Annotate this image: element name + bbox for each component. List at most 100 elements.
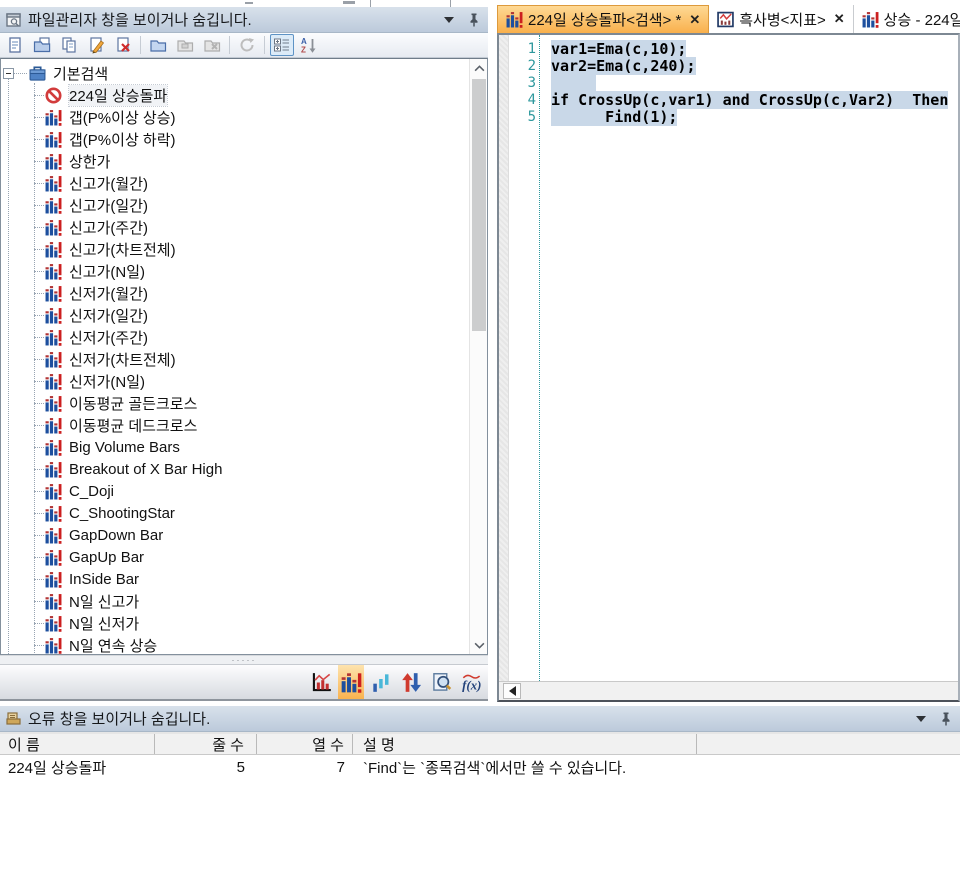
stock-bars-filter-button[interactable] [368, 665, 394, 699]
tree-item[interactable]: 신저가(N일) [1, 370, 469, 392]
tree-item[interactable]: C_Doji [1, 480, 469, 502]
close-icon[interactable]: ✕ [834, 11, 845, 27]
tree-item-label[interactable]: C_ShootingStar [69, 505, 175, 522]
tree-item[interactable]: 신고가(주간) [1, 216, 469, 238]
column-header-name[interactable]: 이 름 [0, 734, 155, 754]
code-line[interactable] [551, 75, 958, 92]
scroll-up-icon[interactable] [470, 59, 488, 77]
tree-item[interactable]: GapUp Bar [1, 546, 469, 568]
function-filter-button[interactable]: f(x) [458, 665, 484, 699]
tree-item[interactable]: Big Volume Bars [1, 436, 469, 458]
tree-item-label[interactable]: 신고가(일간) [69, 195, 148, 216]
indicator-filter-button[interactable] [308, 665, 334, 699]
tree-item[interactable]: N일 신고가 [1, 590, 469, 612]
tree-item[interactable]: 신고가(N일) [1, 260, 469, 282]
delete-file-button[interactable] [111, 34, 135, 56]
tree-item[interactable]: 신저가(주간) [1, 326, 469, 348]
pin-icon[interactable] [938, 711, 954, 727]
pin-icon[interactable] [466, 12, 482, 28]
rename-file-button[interactable] [84, 34, 108, 56]
error-table-row[interactable]: 224일 상승돌파 5 7 `Find`는 `종목검색`에서만 쓸 수 있습니다… [0, 755, 960, 779]
panel-splitter[interactable]: ····· [0, 655, 488, 665]
column-header-description[interactable]: 설 명 [353, 734, 697, 754]
scroll-down-icon[interactable] [470, 636, 488, 654]
tree-vertical-scrollbar[interactable] [469, 59, 487, 654]
tree-item-label[interactable]: 상한가 [69, 151, 110, 172]
code-line[interactable]: Find(1); [551, 109, 958, 126]
tree-item[interactable]: 신고가(일간) [1, 194, 469, 216]
tree-item-label[interactable]: GapUp Bar [69, 549, 144, 566]
tree-item[interactable]: InSide Bar [1, 568, 469, 590]
error-panel-header[interactable]: 오류 창을 보이거나 숨깁니다. [0, 706, 960, 732]
column-header-line-count[interactable]: 줄 수 [155, 734, 257, 754]
tree-item-label[interactable]: 갭(P%이상 상승) [69, 107, 176, 128]
tree-item[interactable]: N일 연속 상승 [1, 634, 469, 654]
new-file-button[interactable] [3, 34, 27, 56]
tree-item-label[interactable]: 이동평균 데드크로스 [69, 415, 197, 436]
sort-az-button[interactable]: AZ [297, 34, 321, 56]
tree-root-label[interactable]: 기본검색 [53, 63, 108, 84]
tree-item-label[interactable]: 신저가(차트전체) [69, 349, 176, 370]
code-line[interactable]: if CrossUp(c,var1) and CrossUp(c,Var2) T… [551, 92, 958, 109]
tree-item-label[interactable]: 신저가(월간) [69, 283, 148, 304]
tree-item-label[interactable]: 신저가(N일) [69, 371, 145, 392]
search-filter-button[interactable] [338, 665, 364, 699]
tree-item-label[interactable]: C_Doji [69, 483, 114, 500]
tree-item-label[interactable]: N일 신저가 [69, 613, 139, 634]
tab-224-breakout-search[interactable]: 224일 상승돌파<검색> * ✕ [497, 5, 709, 33]
new-folder-button[interactable] [146, 34, 170, 56]
tree-item-label[interactable]: 신고가(월간) [69, 173, 148, 194]
tree-item-label[interactable]: 갭(P%이상 하락) [69, 129, 176, 150]
code-lines[interactable]: var1=Ema(c,10);var2=Ema(c,240); if Cross… [540, 35, 958, 681]
collapse-minus-icon[interactable] [3, 68, 14, 79]
updown-filter-button[interactable] [398, 665, 424, 699]
scrollbar-thumb[interactable] [472, 79, 486, 331]
dropdown-arrow-icon[interactable] [916, 716, 926, 722]
tree-item[interactable]: 갭(P%이상 상승) [1, 106, 469, 128]
tree-item[interactable]: 신저가(차트전체) [1, 348, 469, 370]
scroll-left-icon[interactable] [503, 683, 521, 699]
tree-item-label[interactable]: N일 연속 상승 [69, 635, 157, 655]
tree-item-label[interactable]: 신고가(주간) [69, 217, 148, 238]
tree-item-label[interactable]: 신저가(일간) [69, 305, 148, 326]
close-icon[interactable]: ✕ [689, 12, 700, 28]
tree-item-label[interactable]: InSide Bar [69, 571, 139, 588]
file-manager-header[interactable]: 파일관리자 창을 보이거나 숨깁니다. [0, 7, 488, 33]
tree-item[interactable]: 이동평균 데드크로스 [1, 414, 469, 436]
open-file-button[interactable] [30, 34, 54, 56]
code-line[interactable]: var2=Ema(c,240); [551, 58, 958, 75]
tree-item-label[interactable]: 이동평균 골든크로스 [69, 393, 197, 414]
tree-item-label[interactable]: N일 신고가 [69, 591, 139, 612]
tab-blackdeath-indicator[interactable]: 흑사병<지표> ✕ [709, 5, 853, 33]
search-icon [45, 483, 62, 500]
tree-root-folder[interactable]: 기본검색 [1, 62, 469, 84]
preview-filter-button[interactable] [428, 665, 454, 699]
tree-item-label[interactable]: GapDown Bar [69, 527, 163, 544]
tree-item-label[interactable]: 신고가(차트전체) [69, 239, 176, 260]
code-line[interactable]: var1=Ema(c,10); [551, 41, 958, 58]
tree-item[interactable]: 이동평균 골든크로스 [1, 392, 469, 414]
tree-item[interactable]: 신고가(차트전체) [1, 238, 469, 260]
tree-item[interactable]: 상한가 [1, 150, 469, 172]
dropdown-arrow-icon[interactable] [444, 17, 454, 23]
tree-item-label[interactable]: Big Volume Bars [69, 439, 180, 456]
tree-item[interactable]: 신고가(월간) [1, 172, 469, 194]
tree-item[interactable]: GapDown Bar [1, 524, 469, 546]
tree-item[interactable]: N일 신저가 [1, 612, 469, 634]
tree-item[interactable]: 신저가(월간) [1, 282, 469, 304]
tree-item[interactable]: Breakout of X Bar High [1, 458, 469, 480]
column-header-col-count[interactable]: 열 수 [257, 734, 353, 754]
editor-horizontal-scrollbar[interactable] [499, 681, 958, 700]
code-editor[interactable]: 12345 var1=Ema(c,10);var2=Ema(c,240); if… [497, 33, 960, 702]
copy-file-button[interactable] [57, 34, 81, 56]
tree-item[interactable]: 신저가(일간) [1, 304, 469, 326]
tab-rise-224[interactable]: 상승 - 224일 [854, 5, 960, 33]
tree-view-toggle-button[interactable] [270, 34, 294, 56]
tree-item-label[interactable]: 224일 상승돌파 [69, 85, 167, 106]
tree-item-label[interactable]: 신고가(N일) [69, 261, 145, 282]
tree-item-label[interactable]: 신저가(주간) [69, 327, 148, 348]
tree-item[interactable]: 갭(P%이상 하락) [1, 128, 469, 150]
tree-item[interactable]: C_ShootingStar [1, 502, 469, 524]
tree-item-label[interactable]: Breakout of X Bar High [69, 461, 222, 478]
tree-item[interactable]: 224일 상승돌파 [1, 84, 469, 106]
